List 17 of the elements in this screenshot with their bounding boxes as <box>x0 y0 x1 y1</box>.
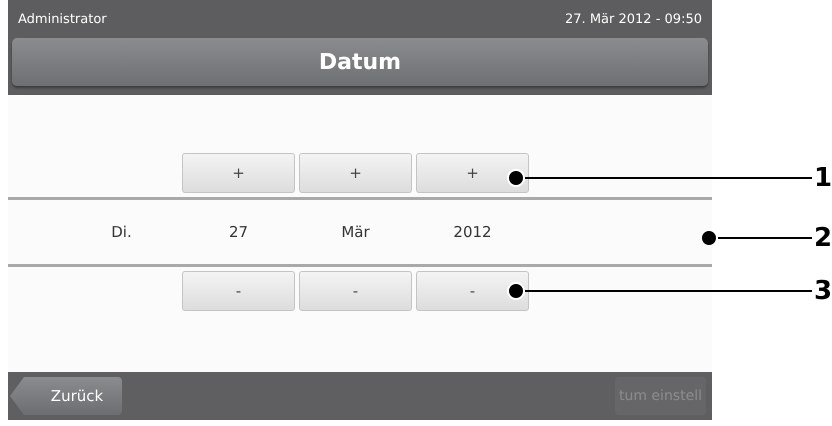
screen-title: Datum <box>318 50 402 74</box>
decrement-button[interactable]: - <box>416 271 529 311</box>
date-value: Mär <box>340 223 371 241</box>
back-button[interactable]: Zurück <box>10 377 122 415</box>
date-value: 2012 <box>452 223 493 241</box>
increment-button[interactable]: + <box>299 153 412 193</box>
date-time: 27. Mär 2012 - 09:50 <box>565 12 702 26</box>
callout-number: 3 <box>813 279 832 303</box>
date-value: 27 <box>228 223 250 241</box>
user-name: Administrator <box>18 12 107 26</box>
callout-number: 1 <box>813 166 832 190</box>
decrement-button[interactable]: - <box>182 271 295 311</box>
decrement-button[interactable]: - <box>299 271 412 311</box>
increment-button[interactable]: + <box>182 153 295 193</box>
increment-button[interactable]: + <box>416 153 529 193</box>
date-value: Di. <box>110 223 133 241</box>
callout-number: 2 <box>813 226 832 250</box>
